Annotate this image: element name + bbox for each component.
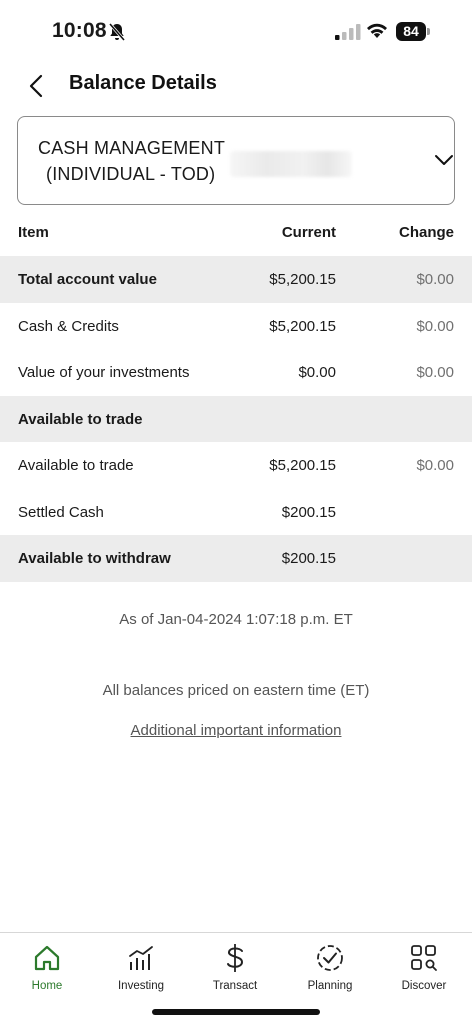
table-header: Item Current Change [0,210,472,256]
row-current: $0.00 [298,364,336,381]
nav-home[interactable]: Home [0,941,94,992]
account-type: (INDIVIDUAL - TOD) [46,164,216,184]
table-row: Available to trade [0,395,472,442]
nav-investing[interactable]: Investing [94,941,188,992]
row-item: Available to trade [18,457,134,474]
additional-info-link[interactable]: Additional important information [0,722,472,739]
nav-planning-label: Planning [307,980,353,992]
row-current: $5,200.15 [269,271,336,288]
table-row: Cash & Credits $5,200.15 $0.00 [0,303,472,350]
row-current: $200.15 [281,550,336,567]
nav-transact-label: Transact [212,980,258,992]
header-change: Change [398,224,454,241]
home-indicator [152,1009,320,1015]
nav-planning[interactable]: Planning [283,941,377,992]
status-bar: 10:08 84 [0,0,472,62]
dashed-check-circle-icon [317,945,343,971]
battery-level: 84 [396,22,426,41]
table-row: Settled Cash $200.15 [0,489,472,536]
row-item: Total account value [18,271,157,288]
bell-slash-icon [108,23,126,41]
as-of-timestamp: As of Jan-04-2024 1:07:18 p.m. ET [119,611,353,628]
eastern-time-note: All balances priced on eastern time (ET) [102,682,370,699]
grid-search-icon [411,945,437,971]
status-time: 10:08 [52,19,107,42]
wifi-icon [367,23,387,38]
row-item: Cash & Credits [18,317,119,335]
nav-transact[interactable]: Transact [188,941,282,992]
nav-investing-label: Investing [117,980,165,992]
row-current: $5,200.15 [269,457,336,474]
table-row: Available to trade $5,200.15 $0.00 [0,442,472,489]
table-row: Value of your investments $0.00 $0.00 [0,349,472,396]
redacted-account-number [230,151,352,177]
account-name: CASH MANAGEMENT [38,138,226,158]
chart-bars-icon [129,946,153,970]
chevron-down-icon [435,155,453,165]
nav-discover[interactable]: Discover [377,941,471,992]
row-item: Value of your investments [18,364,190,381]
nav-home-label: Home [31,980,63,992]
chevron-left-icon [29,74,43,98]
row-item: Available to withdraw [18,550,171,567]
row-current: $200.15 [281,503,336,521]
back-button[interactable] [18,68,54,104]
balance-table: Item Current Change Total account value … [0,210,472,582]
row-current: $5,200.15 [269,317,336,335]
home-icon [34,945,60,971]
page-title: Balance Details [69,72,217,94]
header-current: Current [281,224,336,241]
row-change: $0.00 [416,457,454,474]
header-item: Item [18,224,49,241]
dollar-icon [227,944,244,972]
battery-tip [427,28,430,35]
table-row: Available to withdraw $200.15 [0,535,472,582]
row-item: Settled Cash [18,503,104,521]
row-change: $0.00 [416,271,454,288]
row-item: Available to trade [18,410,143,428]
row-change: $0.00 [416,364,454,381]
account-selector[interactable]: CASH MANAGEMENT (INDIVIDUAL - TOD) [17,116,455,205]
nav-discover-label: Discover [401,980,447,992]
battery-indicator: 84 [396,22,430,41]
signal-icon [335,24,361,40]
page-header: Balance Details [0,62,472,108]
table-row: Total account value $5,200.15 $0.00 [0,256,472,303]
row-change: $0.00 [416,317,454,335]
